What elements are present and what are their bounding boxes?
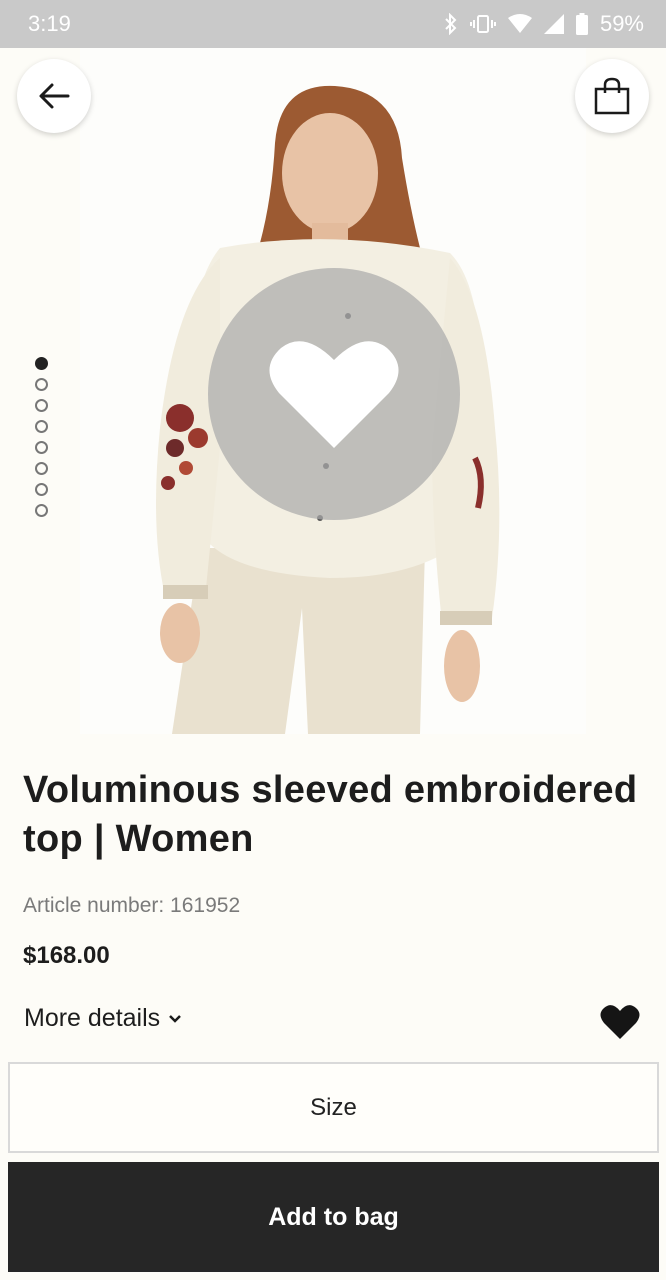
pager-dot[interactable] xyxy=(35,399,48,412)
chevron-down-icon xyxy=(169,1014,182,1023)
back-button[interactable] xyxy=(17,59,91,133)
product-title: Voluminous sleeved embroidered top | Wom… xyxy=(23,769,638,860)
image-pager xyxy=(35,357,49,517)
add-to-bag-button[interactable]: Add to bag xyxy=(8,1162,659,1272)
pager-dot[interactable] xyxy=(35,420,48,433)
pager-dot[interactable] xyxy=(35,462,48,475)
wishlist-heart-icon[interactable] xyxy=(600,1004,640,1040)
wifi-icon xyxy=(507,14,532,33)
pager-dot[interactable] xyxy=(35,504,48,517)
pager-dot[interactable] xyxy=(35,483,48,496)
pager-dot[interactable] xyxy=(35,357,48,370)
more-details-toggle[interactable]: More details xyxy=(24,1004,182,1033)
favorite-overlay xyxy=(208,268,460,520)
pager-dot[interactable] xyxy=(35,378,48,391)
bluetooth-icon xyxy=(445,13,457,35)
heart-icon xyxy=(269,341,399,448)
add-to-bag-label: Add to bag xyxy=(268,1202,399,1231)
shopping-bag-button[interactable] xyxy=(575,59,649,133)
signal-icon xyxy=(543,14,564,34)
size-label: Size xyxy=(310,1093,357,1121)
status-time: 3:19 xyxy=(28,11,71,36)
more-details-label: More details xyxy=(24,1004,161,1032)
status-icons: 59% xyxy=(444,11,644,37)
product-price: $168.00 xyxy=(23,942,110,969)
shopping-bag-icon xyxy=(594,77,630,115)
size-selector-button[interactable]: Size xyxy=(8,1062,659,1153)
arrow-left-icon xyxy=(39,83,70,109)
pager-dot[interactable] xyxy=(35,441,48,454)
article-number: Article number: 161952 xyxy=(23,894,241,917)
battery-icon xyxy=(575,13,588,35)
battery-percent: 59% xyxy=(599,11,644,36)
status-bar: 3:19 59% xyxy=(0,0,666,48)
vibrate-icon xyxy=(469,15,496,33)
